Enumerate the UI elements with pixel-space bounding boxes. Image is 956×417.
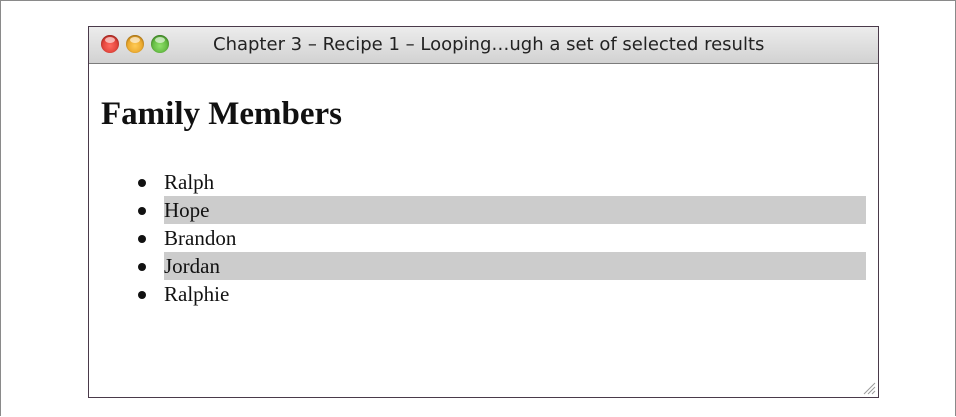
family-members-list: Ralph Hope Brandon Jordan Ralphie (89, 168, 866, 308)
close-button-icon[interactable] (101, 35, 119, 53)
browser-window: Chapter 3 – Recipe 1 – Looping…ugh a set… (88, 26, 879, 398)
window-title: Chapter 3 – Recipe 1 – Looping…ugh a set… (213, 34, 765, 55)
member-name: Ralph (164, 170, 215, 194)
bullet-icon (138, 235, 146, 243)
member-name: Brandon (164, 226, 237, 250)
list-item: Ralphie (89, 280, 866, 308)
minimize-button-icon[interactable] (126, 35, 144, 53)
zoom-button-icon[interactable] (151, 35, 169, 53)
resize-grip-icon[interactable] (863, 382, 876, 395)
page-heading: Family Members (101, 96, 343, 132)
bullet-icon (138, 207, 146, 215)
page-content: Family Members Ralph Hope Brandon Jordan… (89, 64, 878, 397)
member-name: Hope (164, 196, 866, 224)
member-name: Ralphie (164, 282, 230, 306)
list-item: Ralph (89, 168, 866, 196)
list-item: Jordan (89, 252, 866, 280)
member-name: Jordan (164, 252, 866, 280)
bullet-icon (138, 263, 146, 271)
bullet-icon (138, 291, 146, 299)
list-item: Hope (89, 196, 866, 224)
title-bar[interactable]: Chapter 3 – Recipe 1 – Looping…ugh a set… (89, 27, 878, 64)
bullet-icon (138, 179, 146, 187)
list-item: Brandon (89, 224, 866, 252)
